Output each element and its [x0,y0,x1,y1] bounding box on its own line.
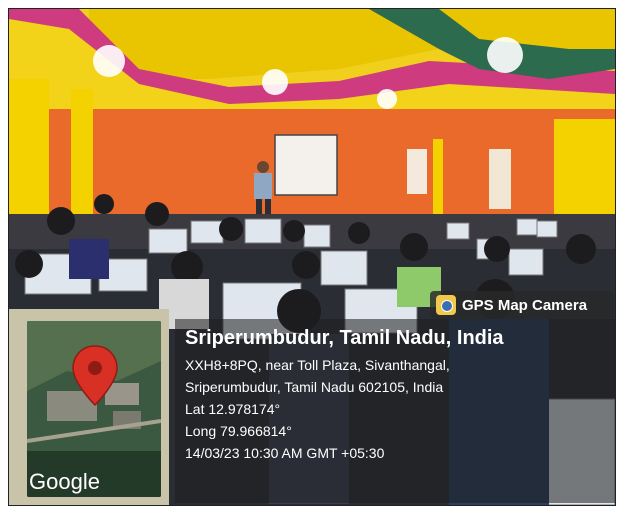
badge-label: GPS Map Camera [462,296,588,314]
camera-icon [436,295,456,315]
longitude: Long 79.966814° [185,423,292,439]
photo-frame: GPS Map Camera Google Sriperumbudur, Tam… [8,8,616,506]
location-title: Sriperumbudur, Tamil Nadu, India [185,327,504,349]
map-thumbnail: Google [27,321,161,497]
location-info: Sriperumbudur, Tamil Nadu, India XXH8+8P… [185,327,605,464]
latitude: Lat 12.978174° [185,401,281,417]
address-line-2: Sriperumbudur, Tamil Nadu 602105, India [185,379,444,395]
address-line-1: XXH8+8PQ, near Toll Plaza, Sivanthangal, [185,357,450,373]
datetime: 14/03/23 10:30 AM GMT +05:30 [185,445,385,461]
gps-camera-badge: GPS Map Camera [430,291,614,319]
google-brand-text: Google [29,469,100,494]
map-image: Google [27,321,161,497]
